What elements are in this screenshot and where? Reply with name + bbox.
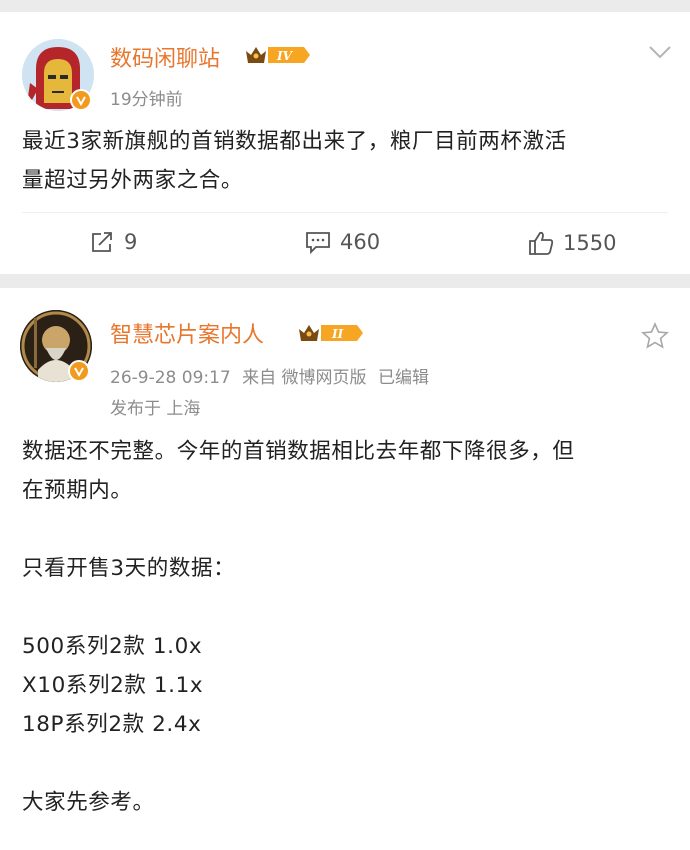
post-card-2: 智慧芯片案内人 II 26-9-28 09:17 来自 微博网页版 已编辑 发布… <box>0 288 690 850</box>
post-text-line: X10系列2款 1.1x <box>22 673 204 698</box>
comment-count: 460 <box>340 230 381 254</box>
post-time: 26-9-28 09:17 <box>110 368 231 388</box>
post-text-line: 量超过另外两家之合。 <box>22 168 244 193</box>
verified-badge-icon <box>70 89 92 111</box>
comment-icon <box>306 232 330 254</box>
username[interactable]: 智慧芯片案内人 <box>110 317 264 349</box>
post-body: 最近3家新旗舰的首销数据都出来了，粮厂目前两杯激活 量超过另外两家之合。 <box>22 122 667 200</box>
like-button[interactable]: 1550 <box>527 230 616 256</box>
repost-icon <box>92 232 112 252</box>
chevron-down-icon[interactable] <box>648 44 672 64</box>
like-count: 1550 <box>563 231 617 255</box>
post-card-1: 数码闲聊站 IV 19分钟前 最近3家新旗舰的首销数据都出来了，粮厂目前两杯激活… <box>0 12 690 274</box>
verified-badge-icon <box>68 360 90 382</box>
post-text-line: 只看开售3天的数据： <box>22 556 236 581</box>
post-text-line: 在预期内。 <box>22 478 133 503</box>
thumbs-up-icon <box>529 231 554 255</box>
post-text-line: 18P系列2款 2.4x <box>22 712 202 737</box>
star-icon[interactable] <box>641 322 669 354</box>
post-body: 数据还不完整。今年的首销数据相比去年都下降很多，但 在预期内。 只看开售3天的数… <box>22 432 667 822</box>
username[interactable]: 数码闲聊站 <box>110 41 220 73</box>
divider <box>22 212 668 213</box>
post-text-line: 最近3家新旗舰的首销数据都出来了，粮厂目前两杯激活 <box>22 129 567 154</box>
post-time: 19分钟前 <box>110 90 183 110</box>
edited-label[interactable]: 已编辑 <box>378 368 429 388</box>
level-badge: IV <box>244 43 312 67</box>
post-text-line: 大家先参考。 <box>22 790 155 815</box>
level-badge: II <box>297 321 365 345</box>
repost-count: 9 <box>124 230 138 254</box>
svg-text:II: II <box>331 327 344 341</box>
comment-button[interactable]: 460 <box>304 230 380 254</box>
svg-text:IV: IV <box>276 49 294 63</box>
post-source: 来自 微博网页版 <box>242 368 367 388</box>
post-text-line: 500系列2款 1.0x <box>22 634 203 659</box>
post-location: 发布于 上海 <box>110 399 201 419</box>
post-meta: 26-9-28 09:17 来自 微博网页版 已编辑 <box>110 363 435 388</box>
post-text-line: 数据还不完整。今年的首销数据相比去年都下降很多，但 <box>22 439 575 464</box>
repost-button[interactable]: 9 <box>90 230 137 254</box>
